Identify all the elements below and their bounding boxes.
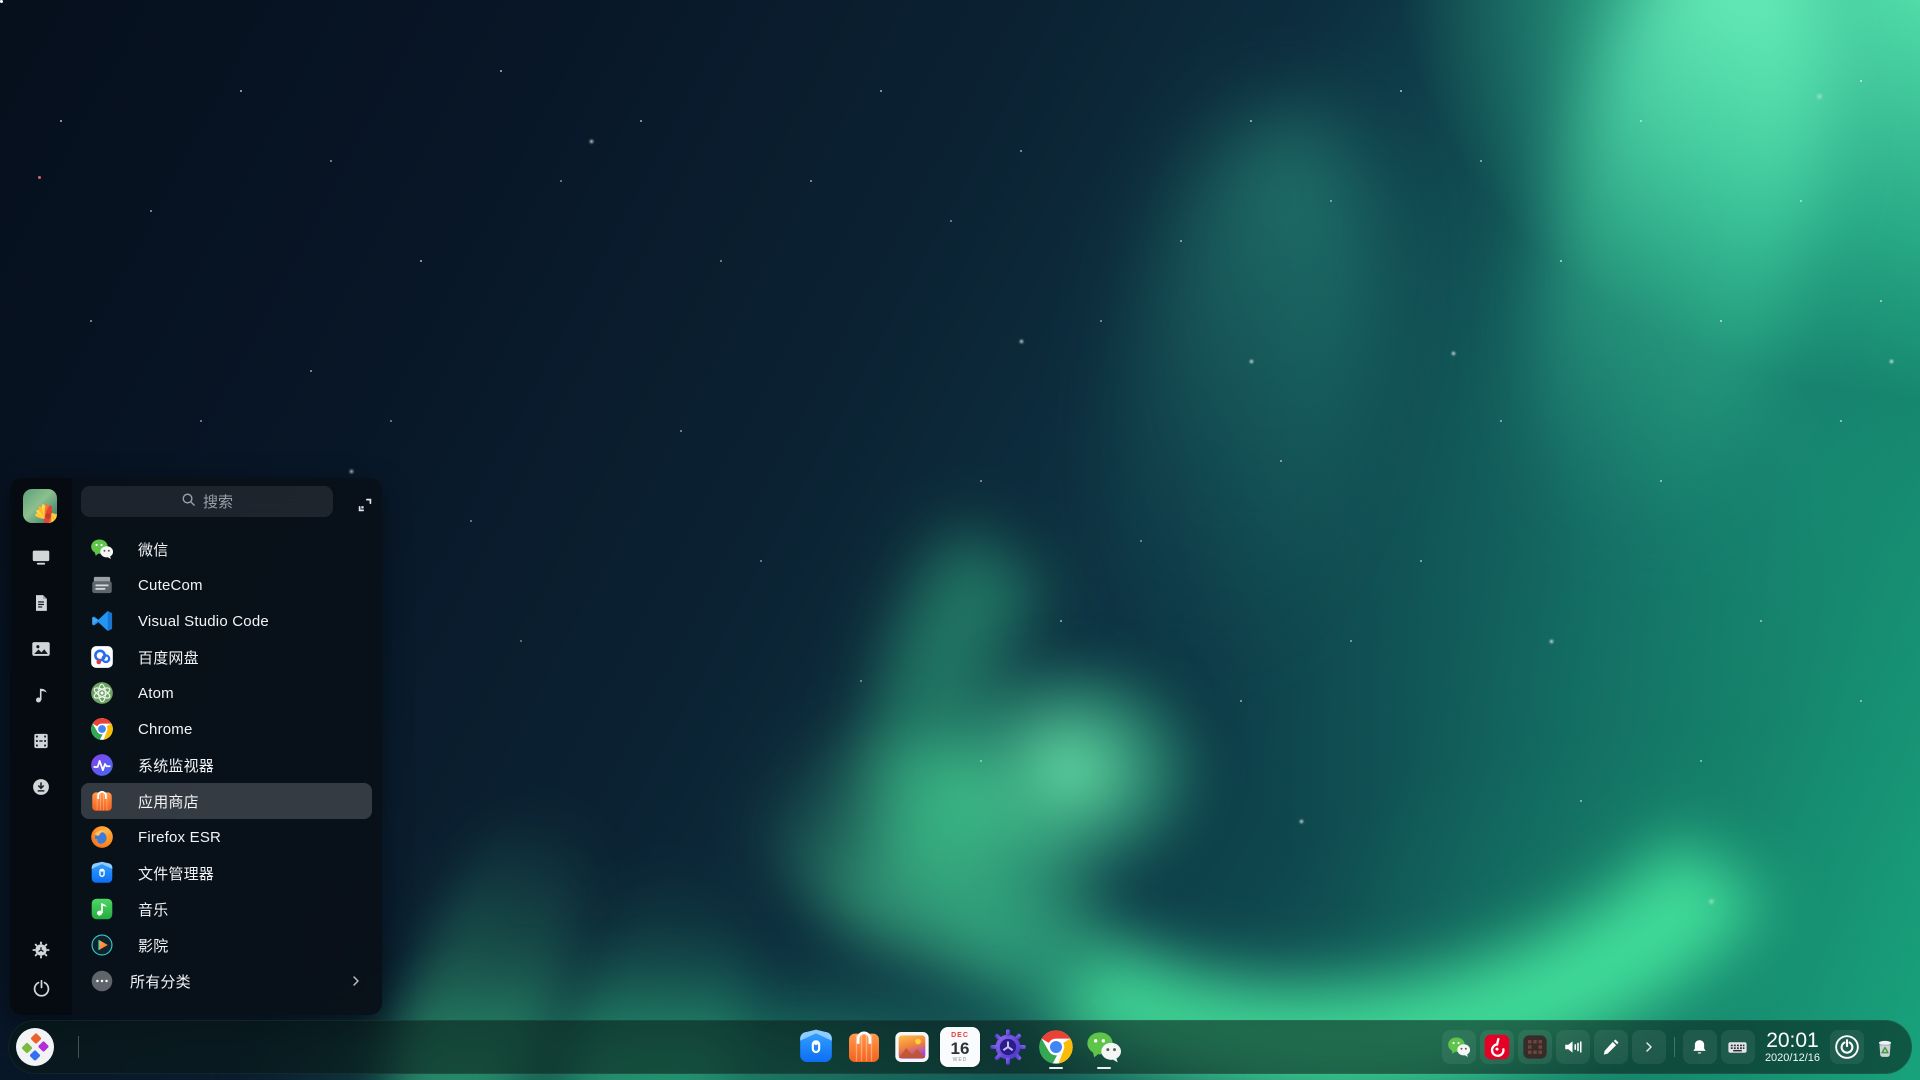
red-star — [38, 176, 41, 179]
category-download-icon[interactable] — [18, 764, 64, 810]
launcher-panel: 搜索 微信 CuteCom Visual Studio Code 百度网盘 Atom Ch… — [10, 478, 382, 1015]
settings-icon[interactable] — [18, 931, 64, 969]
tray-controls — [1683, 1030, 1755, 1064]
bright-stars — [0, 0, 3, 3]
calendar-month: DEC — [951, 1032, 969, 1039]
aurora-arc — [811, 250, 1913, 1080]
dock-app-area: DEC16WED — [794, 1025, 1126, 1069]
power-icon[interactable] — [18, 969, 64, 1007]
app-list: 微信 CuteCom Visual Studio Code 百度网盘 Atom Chrom… — [81, 531, 372, 999]
app-row[interactable]: Chrome — [81, 711, 372, 747]
search-placeholder: 搜索 — [203, 491, 233, 512]
app-row[interactable]: 音乐 — [81, 891, 372, 927]
clock-time: 20:01 — [1765, 1030, 1820, 1052]
calendar-icon: DEC16WED — [940, 1027, 980, 1067]
app-label: CuteCom — [138, 577, 203, 594]
category-music-icon[interactable] — [18, 672, 64, 718]
movie-icon — [89, 932, 115, 958]
app-label: 系统监视器 — [138, 755, 214, 776]
search-icon — [181, 492, 196, 511]
app-label: Chrome — [138, 721, 193, 738]
app-row[interactable]: 系统监视器 — [81, 747, 372, 783]
vscode-icon — [89, 608, 115, 634]
aurora-curtain — [1079, 93, 1412, 687]
calendar-weekday: WED — [953, 1058, 968, 1063]
running-indicator — [1049, 1067, 1063, 1070]
category-document-icon[interactable] — [18, 580, 64, 626]
category-video-icon[interactable] — [18, 718, 64, 764]
app-label: Visual Studio Code — [138, 613, 269, 630]
app-row[interactable]: Visual Studio Code — [81, 603, 372, 639]
dock: DEC16WED 20:01 2020/12/16 — [8, 1020, 1912, 1074]
app-store-icon — [89, 788, 115, 814]
app-row[interactable]: Firefox ESR — [81, 819, 372, 855]
app-label: 微信 — [138, 539, 168, 560]
dock-app-control-center[interactable] — [986, 1025, 1030, 1069]
launcher-sidebar-bottom — [10, 931, 72, 1007]
dock-app-calendar[interactable]: DEC16WED — [938, 1025, 982, 1069]
app-row[interactable]: 影院 — [81, 927, 372, 963]
app-label: Firefox ESR — [138, 829, 221, 846]
chevron-right-icon — [348, 973, 364, 989]
app-row[interactable]: 应用商店 — [81, 783, 372, 819]
dock-tray-area: 20:01 2020/12/16 — [1442, 1020, 1902, 1074]
fullscreen-toggle-button[interactable] — [354, 494, 376, 516]
dock-app-wechat[interactable] — [1082, 1025, 1126, 1069]
baidu-netdisk-icon — [89, 644, 115, 670]
category-computer-icon[interactable] — [18, 534, 64, 580]
clock-date: 2020/12/16 — [1765, 1052, 1820, 1064]
category-picture-icon[interactable] — [18, 626, 64, 672]
aurora-tail — [713, 677, 1147, 1032]
dock-app-app-store[interactable] — [842, 1025, 886, 1069]
search-input[interactable]: 搜索 — [81, 486, 333, 517]
clock-widget[interactable]: 20:01 2020/12/16 — [1765, 1030, 1820, 1064]
dock-separator — [78, 1036, 79, 1058]
app-row[interactable]: 文件管理器 — [81, 855, 372, 891]
cutecom-icon — [89, 572, 115, 598]
running-indicator — [1097, 1067, 1111, 1070]
tray-separator — [1674, 1037, 1675, 1057]
volume-icon[interactable] — [1556, 1030, 1590, 1064]
wechat-icon — [89, 536, 115, 562]
atom-icon — [89, 680, 115, 706]
dim-app-icon[interactable] — [1518, 1030, 1552, 1064]
app-label: Atom — [138, 685, 174, 702]
bell-icon[interactable] — [1683, 1030, 1717, 1064]
netease-music-icon[interactable] — [1480, 1030, 1514, 1064]
user-avatar[interactable] — [23, 489, 57, 523]
keyboard-icon[interactable] — [1721, 1030, 1755, 1064]
aurora-glow — [930, 650, 1210, 890]
all-categories-label: 所有分类 — [130, 971, 191, 992]
app-label: 影院 — [138, 935, 168, 956]
file-manager-icon — [89, 860, 115, 886]
ellipsis-icon — [89, 968, 115, 994]
firefox-icon — [89, 824, 115, 850]
chrome-icon — [89, 716, 115, 742]
app-row[interactable]: 微信 — [81, 531, 372, 567]
launcher-category-sidebar — [10, 534, 72, 810]
app-label: 音乐 — [138, 899, 168, 920]
chevron-right-icon[interactable] — [1632, 1030, 1666, 1064]
brush-icon[interactable] — [1594, 1030, 1628, 1064]
music-icon — [89, 896, 115, 922]
all-categories-row[interactable]: 所有分类 — [81, 963, 372, 999]
dock-app-album[interactable] — [890, 1025, 934, 1069]
dock-app-file-manager[interactable] — [794, 1025, 838, 1069]
dock-app-chrome[interactable] — [1034, 1025, 1078, 1069]
launcher-button[interactable] — [15, 1027, 55, 1067]
system-monitor-icon — [89, 752, 115, 778]
calendar-day: 16 — [951, 1040, 970, 1057]
app-label: 文件管理器 — [138, 863, 214, 884]
shutdown-button[interactable] — [1830, 1030, 1864, 1064]
app-row[interactable]: CuteCom — [81, 567, 372, 603]
app-row[interactable]: 百度网盘 — [81, 639, 372, 675]
aurora-band — [1486, 0, 1874, 570]
app-label: 百度网盘 — [138, 647, 199, 668]
trash-icon[interactable] — [1868, 1030, 1902, 1064]
system-tray — [1442, 1030, 1666, 1064]
wechat-tray-icon[interactable] — [1442, 1030, 1476, 1064]
app-row[interactable]: Atom — [81, 675, 372, 711]
app-label: 应用商店 — [138, 791, 199, 812]
